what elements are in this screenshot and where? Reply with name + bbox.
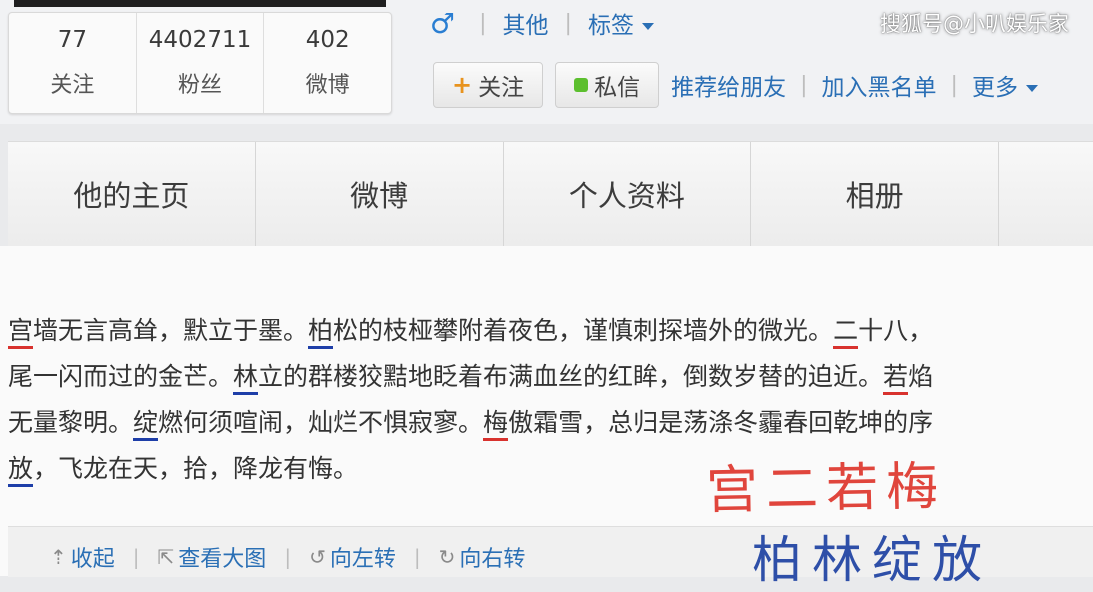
text-segment: 立的群楼狡黠地眨着布满血丝的红眸，倒数岁替的迫近。 — [258, 362, 884, 391]
collapse-label: 收起 — [70, 547, 115, 572]
text-segment: 尾一闪而过的金芒。 — [8, 362, 234, 391]
arrow-up-icon: ⇡ — [50, 545, 67, 569]
stat-value: 402 — [305, 27, 350, 53]
text-segment: 燃何须喧闹，灿烂不惧寂寥。 — [158, 408, 484, 437]
separator: | — [132, 545, 140, 569]
rotate-left-icon: ↺ — [309, 545, 326, 569]
underlined-char: 宫 — [8, 316, 34, 349]
separator: | — [564, 10, 572, 36]
underlined-char: 林 — [233, 362, 259, 395]
other-link[interactable]: 其他 — [503, 6, 549, 40]
stat-value: 77 — [57, 27, 87, 53]
text-segment: 焰 — [908, 362, 934, 391]
annotation-red: 宫二若梅 — [705, 456, 947, 522]
text-segment: 墙无言高耸，默立于墨。 — [33, 316, 309, 345]
stat-label: 关注 — [50, 73, 95, 98]
text-segment: 十八， — [858, 316, 934, 345]
rotate-right-button[interactable]: ↻ 向右转 — [439, 541, 526, 573]
profile-nav: 他的主页 微博 个人资料 相册 — [8, 141, 1093, 247]
underlined-char: 二 — [833, 316, 859, 349]
stat-value: 4402711 — [148, 27, 252, 53]
underlined-char: 柏 — [308, 316, 334, 349]
message-label: 私信 — [594, 75, 641, 101]
chevron-down-icon — [1025, 85, 1038, 92]
underlined-char: 放 — [8, 454, 34, 487]
text-segment: 傲霜雪，总归是荡涤冬霾春回乾坤的序 — [508, 408, 934, 437]
more-dropdown[interactable]: 更多 — [972, 68, 1038, 102]
blacklist-link[interactable]: 加入黑名单 — [822, 68, 937, 102]
separator: | — [413, 545, 421, 569]
separator: | — [479, 10, 487, 36]
stat-following[interactable]: 77 关注 — [9, 13, 137, 113]
rotate-right-label: 向右转 — [459, 547, 526, 572]
recommend-link[interactable]: 推荐给朋友 — [671, 68, 786, 102]
male-icon: ♂ — [430, 6, 456, 40]
profile-header: 77 关注 4402711 粉丝 402 微博 ♂ | 其他 | 标签 + 关注… — [0, 0, 1093, 124]
underlined-char: 绽 — [133, 408, 159, 441]
separator: | — [800, 72, 808, 98]
view-large-label: 查看大图 — [178, 547, 267, 572]
external-link-icon: ⇱ — [157, 545, 175, 569]
rotate-right-icon: ↻ — [438, 545, 456, 569]
follow-button[interactable]: + 关注 — [433, 62, 544, 108]
plus-icon: + — [452, 71, 473, 99]
stat-posts[interactable]: 402 微博 — [264, 13, 391, 113]
stat-label: 微博 — [305, 73, 350, 98]
avatar[interactable] — [14, 0, 386, 7]
view-large-button[interactable]: ⇱ 查看大图 — [158, 541, 267, 573]
stat-label: 粉丝 — [178, 73, 223, 98]
annotation-blue: 柏林绽放 — [752, 531, 992, 589]
message-icon — [574, 78, 589, 92]
rotate-left-button[interactable]: ↺ 向左转 — [309, 541, 396, 573]
post-line: 无量黎明。绽燃何须喧闹，灿烂不惧寂寥。梅傲霜雪，总归是荡涤冬霾春回乾坤的序 — [8, 400, 1093, 446]
separator: | — [284, 545, 292, 569]
tab-overflow[interactable] — [999, 142, 1093, 246]
tab-albums[interactable]: 相册 — [751, 142, 1000, 246]
stat-followers[interactable]: 4402711 粉丝 — [137, 13, 265, 113]
post-line: 宫墙无言高耸，默立于墨。柏松的枝桠攀附着夜色，谨慎刺探墙外的微光。二十八， — [8, 308, 1093, 354]
message-button[interactable]: 私信 — [555, 62, 660, 108]
collapse-button[interactable]: ⇡ 收起 — [50, 541, 115, 573]
underlined-char: 若 — [883, 362, 909, 395]
more-label: 更多 — [971, 75, 1018, 101]
follow-label: 关注 — [478, 75, 525, 101]
profile-stats: 77 关注 4402711 粉丝 402 微博 — [8, 12, 392, 114]
tab-profile-info[interactable]: 个人资料 — [503, 142, 752, 246]
tab-home[interactable]: 他的主页 — [8, 142, 256, 246]
tags-label: 标签 — [587, 13, 634, 39]
tags-dropdown[interactable]: 标签 — [588, 6, 654, 40]
text-segment: 松的枝桠攀附着夜色，谨慎刺探墙外的微光。 — [333, 316, 834, 345]
tab-weibo[interactable]: 微博 — [255, 142, 504, 246]
text-segment: ，飞龙在天，拾，降龙有悔。 — [33, 454, 359, 483]
chevron-down-icon — [641, 23, 654, 30]
rotate-left-label: 向左转 — [329, 547, 396, 572]
profile-actions: + 关注 私信 推荐给朋友 | 加入黑名单 | 更多 — [433, 62, 1038, 108]
profile-meta: ♂ | 其他 | 标签 — [430, 6, 654, 40]
underlined-char: 梅 — [483, 408, 509, 441]
watermark: 搜狐号@小叭娱乐家 — [880, 12, 1069, 36]
post-line: 尾一闪而过的金芒。林立的群楼狡黠地眨着布满血丝的红眸，倒数岁替的迫近。若焰 — [8, 354, 1093, 400]
text-segment: 无量黎明。 — [8, 408, 134, 437]
separator: | — [950, 72, 958, 98]
